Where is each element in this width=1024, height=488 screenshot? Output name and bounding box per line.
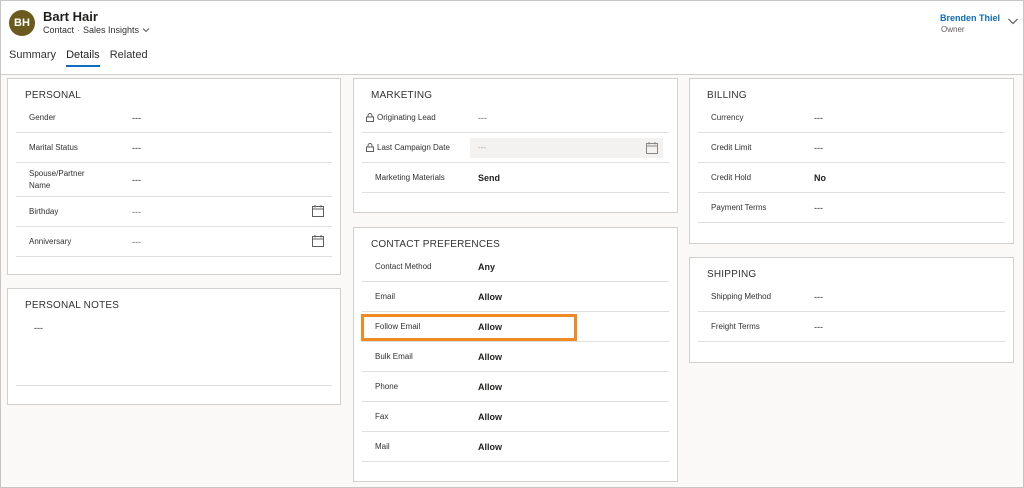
follow-email-highlight (361, 314, 577, 341)
date-input: --- (470, 138, 663, 158)
owner-label: Owner (941, 25, 965, 34)
field-value[interactable]: --- (132, 103, 141, 132)
field-label: Mail (375, 441, 390, 451)
field-label: Marketing Materials (375, 172, 445, 182)
field-row[interactable]: Phone Allow (362, 372, 669, 402)
field-value[interactable]: Allow (478, 432, 502, 461)
field-value[interactable]: Allow (478, 372, 502, 401)
field-label: Originating Lead (366, 103, 436, 132)
field-label-text: Last Campaign Date (377, 142, 450, 152)
section-title: PERSONAL NOTES (25, 300, 120, 311)
field-row[interactable]: Currency --- (698, 103, 1005, 133)
record-type: Contact (43, 25, 75, 35)
chevron-down-icon (142, 28, 150, 33)
field-value[interactable]: --- (814, 312, 823, 341)
field-label: Marital Status (29, 142, 78, 152)
personal-section: PERSONAL Gender --- Marital Status --- S… (7, 78, 341, 275)
field-label: Phone (375, 381, 399, 391)
field-label: Gender (29, 112, 56, 122)
field-row[interactable]: Payment Terms --- (698, 193, 1005, 223)
field-value[interactable]: --- (814, 133, 823, 162)
owner-name-link[interactable]: Brenden Thiel (940, 13, 1000, 23)
field-row[interactable]: Marketing Materials Send (362, 163, 669, 193)
record-title: Bart Hair (43, 9, 98, 24)
field-value[interactable]: Allow (478, 342, 502, 371)
billing-section: BILLING Currency --- Credit Limit --- Cr… (689, 78, 1014, 244)
field-label: Credit Hold (711, 172, 752, 182)
field-value[interactable]: Send (478, 163, 500, 192)
section-title: SHIPPING (707, 269, 757, 280)
section-title: CONTACT PREFERENCES (371, 239, 501, 250)
calendar-icon[interactable] (312, 235, 324, 247)
tab-list: Summary Details Related (9, 49, 148, 67)
field-row[interactable]: Last Campaign Date --- (362, 133, 669, 163)
field-row[interactable]: Anniversary --- (16, 227, 332, 257)
lock-icon (366, 113, 374, 122)
form-selector[interactable]: Contact · Sales Insights (43, 25, 150, 35)
record-header: BH Bart Hair Contact · Sales Insights Br… (1, 1, 1023, 75)
field-value[interactable]: --- (132, 197, 141, 226)
field-row[interactable]: Marital Status --- (16, 133, 332, 163)
field-label: Fax (375, 411, 389, 421)
field-label: Bulk Email (375, 351, 413, 361)
field-label: Currency (711, 112, 744, 122)
field-value[interactable]: --- (814, 193, 823, 222)
field-row[interactable]: Credit Hold No (698, 163, 1005, 193)
shipping-section: SHIPPING Shipping Method --- Freight Ter… (689, 257, 1014, 363)
field-label: Contact Method (375, 261, 432, 271)
contact-preferences-section: CONTACT PREFERENCES Contact Method Any E… (353, 227, 678, 482)
form-name: Sales Insights (83, 25, 140, 35)
field-row[interactable]: Fax Allow (362, 402, 669, 432)
calendar-icon (646, 142, 658, 154)
field-row[interactable]: Birthday --- (16, 197, 332, 227)
separator: · (77, 25, 81, 35)
divider (16, 385, 332, 386)
field-value[interactable]: --- (132, 227, 141, 256)
details-content: PERSONAL Gender --- Marital Status --- S… (1, 75, 1023, 487)
field-row[interactable]: Spouse/Partner Name --- (16, 163, 332, 197)
field-label: Credit Limit (711, 142, 752, 152)
section-title: BILLING (707, 90, 747, 101)
field-value: --- (478, 143, 486, 152)
field-label: Spouse/Partner Name (29, 168, 85, 190)
avatar: BH (9, 10, 35, 36)
field-row[interactable]: Bulk Email Allow (362, 342, 669, 372)
field-row[interactable]: Contact Method Any (362, 252, 669, 282)
field-label-text: Originating Lead (377, 112, 436, 122)
section-title: PERSONAL (25, 90, 82, 101)
field-label: Freight Terms (711, 321, 760, 331)
field-value[interactable]: Allow (478, 402, 502, 431)
calendar-icon[interactable] (312, 205, 324, 217)
chevron-down-icon[interactable] (1007, 15, 1019, 27)
field-row[interactable]: Email Allow (362, 282, 669, 312)
field-label: Payment Terms (711, 202, 767, 212)
tab-related[interactable]: Related (110, 49, 148, 67)
field-value[interactable]: --- (814, 103, 823, 132)
field-row[interactable]: Credit Limit --- (698, 133, 1005, 163)
field-row[interactable]: Originating Lead --- (362, 103, 669, 133)
field-label: Anniversary (29, 236, 72, 246)
field-value[interactable]: --- (132, 163, 141, 196)
personal-notes-section: PERSONAL NOTES --- (7, 288, 341, 405)
field-row[interactable]: Mail Allow (362, 432, 669, 462)
field-label: Email (375, 291, 396, 301)
field-label: Last Campaign Date (366, 133, 450, 162)
field-value[interactable]: --- (132, 133, 141, 162)
marketing-section: MARKETING Originating Lead --- Last Camp… (353, 78, 678, 213)
field-row[interactable]: Freight Terms --- (698, 312, 1005, 342)
tab-details[interactable]: Details (66, 49, 100, 67)
field-label: Birthday (29, 206, 59, 216)
field-value[interactable]: No (814, 163, 826, 192)
section-title: MARKETING (371, 90, 433, 101)
field-value[interactable]: --- (814, 282, 823, 311)
field-row[interactable]: Gender --- (16, 103, 332, 133)
field-row[interactable]: Shipping Method --- (698, 282, 1005, 312)
field-value[interactable]: Any (478, 252, 495, 281)
field-label: Shipping Method (711, 291, 772, 301)
notes-value[interactable]: --- (34, 323, 43, 333)
field-value[interactable]: Allow (478, 282, 502, 311)
lock-icon (366, 143, 374, 152)
field-value: --- (478, 112, 487, 123)
tab-summary[interactable]: Summary (9, 49, 56, 67)
